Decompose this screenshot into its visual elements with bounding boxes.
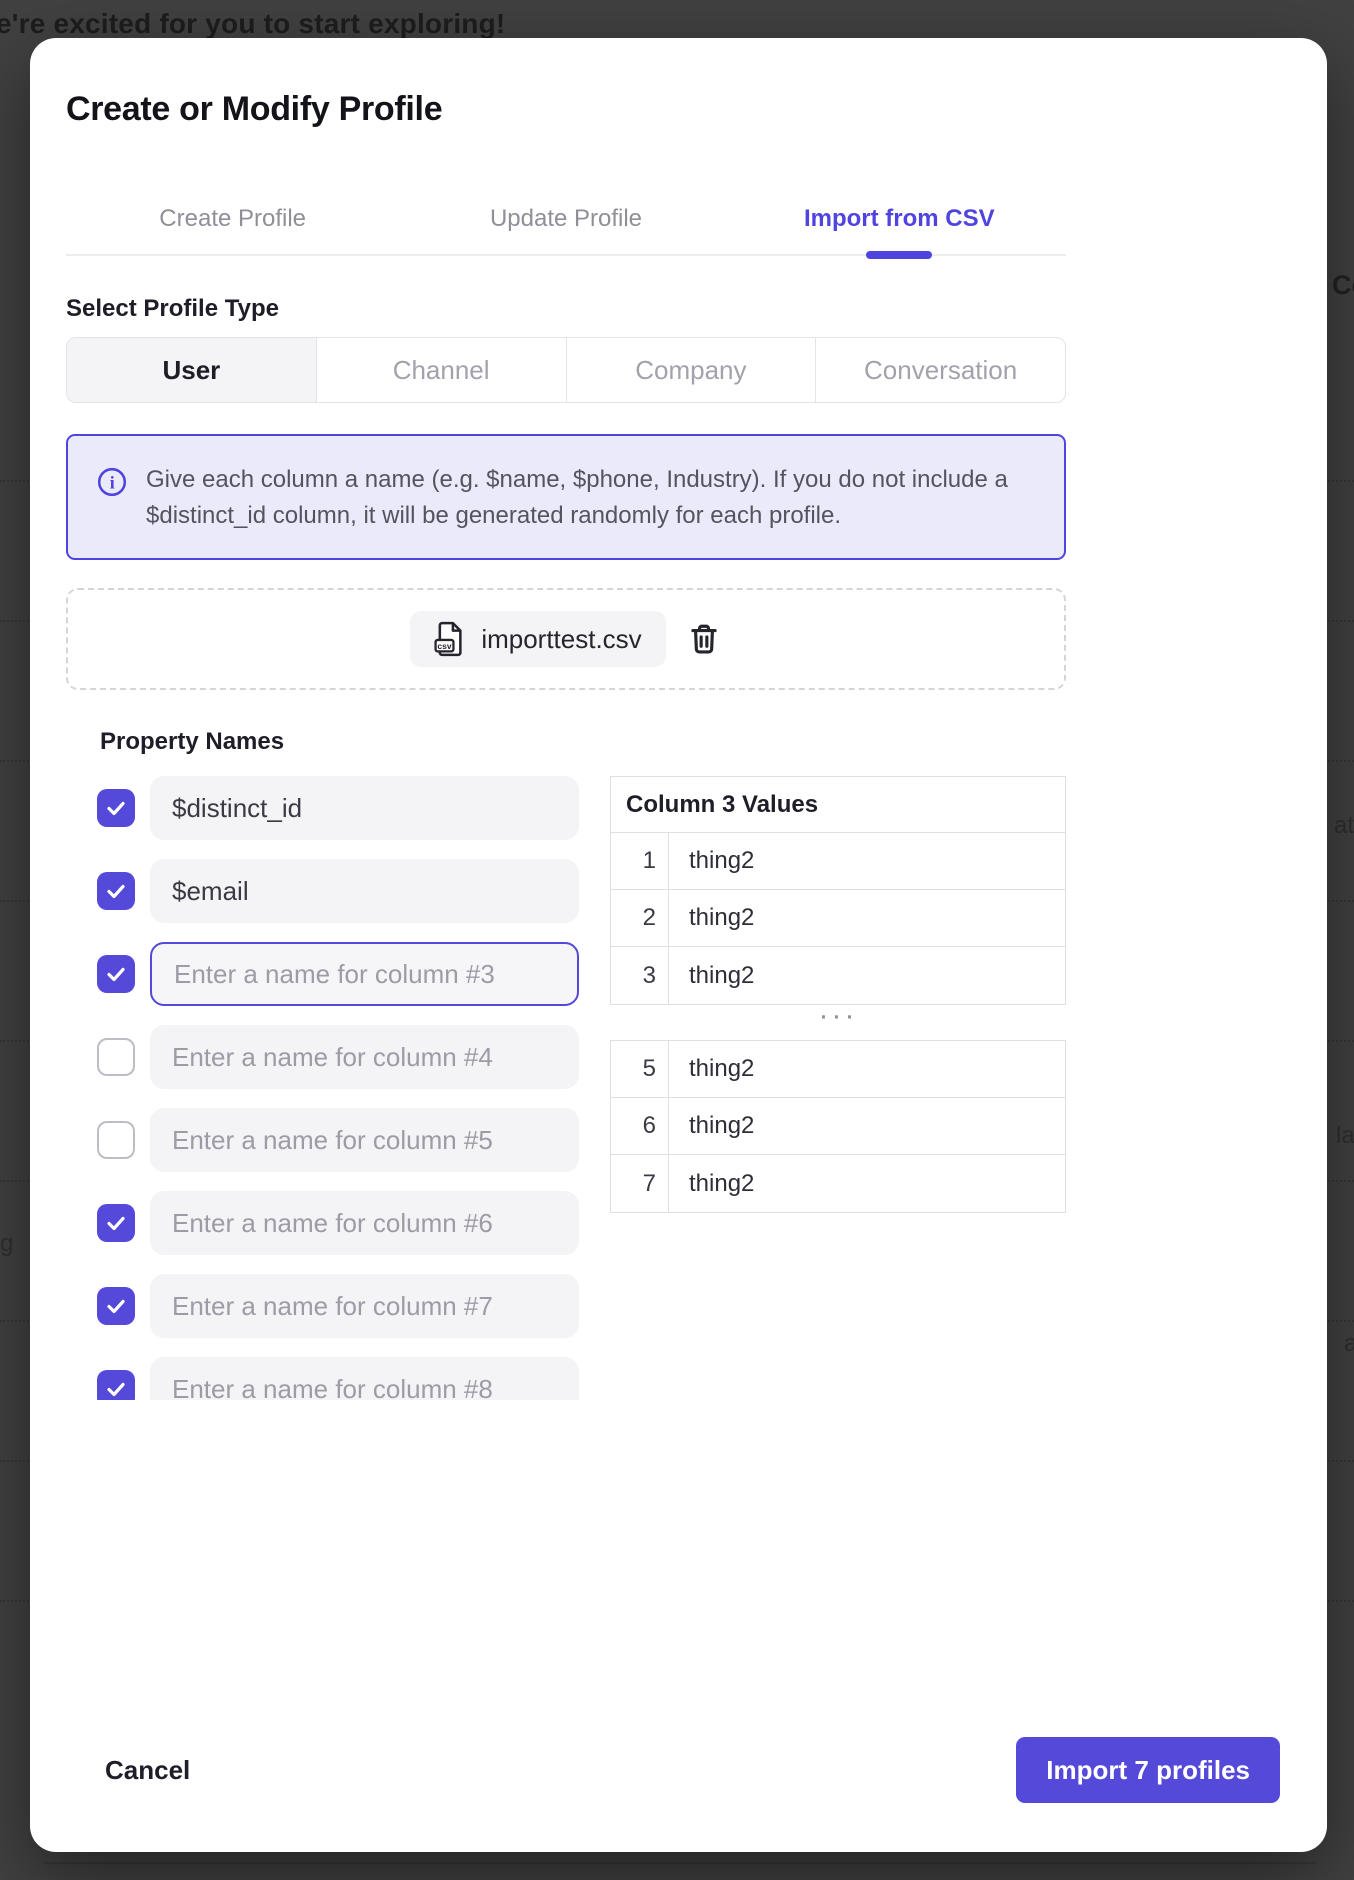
row-index: 6: [611, 1098, 669, 1154]
row-index: 1: [611, 833, 669, 889]
column-6-checkbox[interactable]: [97, 1204, 135, 1242]
import-profiles-button[interactable]: Import 7 profiles: [1016, 1737, 1280, 1803]
table-ellipsis: ···: [610, 996, 1066, 1036]
column-5-name-input[interactable]: [150, 1108, 579, 1172]
property-row: [97, 1357, 579, 1400]
cancel-button[interactable]: Cancel: [105, 1737, 190, 1803]
uploaded-file-name: importtest.csv: [481, 624, 641, 655]
tab-create-profile[interactable]: Create Profile: [66, 185, 399, 254]
column-5-checkbox[interactable]: [97, 1121, 135, 1159]
property-row: [97, 776, 579, 840]
background-fragment: Col: [1332, 270, 1354, 301]
background-banner-text: e're excited for you to start exploring!: [0, 8, 505, 40]
column-8-checkbox[interactable]: [97, 1370, 135, 1400]
trash-icon: [686, 621, 722, 657]
column-7-name-input[interactable]: [150, 1274, 579, 1338]
property-names-label: Property Names: [100, 728, 284, 756]
background-row-divider: [0, 1460, 29, 1462]
table-row: 6 thing2: [611, 1098, 1065, 1155]
column-1-name-input[interactable]: [150, 776, 579, 840]
tab-import-from-csv[interactable]: Import from CSV: [733, 185, 1066, 254]
background-row-divider: [0, 1040, 29, 1042]
property-row: [97, 1191, 579, 1255]
background-row-divider: [1328, 480, 1354, 482]
csv-file-icon: csv: [434, 621, 467, 657]
svg-text:csv: csv: [438, 641, 452, 651]
table-row: 2 thing2: [611, 890, 1065, 947]
property-row: [97, 942, 579, 1006]
background-row-divider: [1328, 1180, 1354, 1182]
info-icon: i: [96, 466, 128, 503]
background-row-divider: [0, 1180, 29, 1182]
table-row: 1 thing2: [611, 833, 1065, 890]
profile-type-conversation[interactable]: Conversation: [816, 338, 1065, 402]
dialog-tabs: Create Profile Update Profile Import fro…: [66, 185, 1066, 256]
profile-type-label: Select Profile Type: [66, 295, 279, 323]
profile-type-selector: User Channel Company Conversation: [66, 337, 1066, 403]
property-row: [97, 859, 579, 923]
background-fragment: ata: [1334, 812, 1354, 840]
background-fragment: lat: [1336, 1122, 1354, 1150]
info-banner-text: Give each column a name (e.g. $name, $ph…: [146, 462, 1054, 534]
preview-table-header: Column 3 Values: [611, 777, 1065, 833]
row-value: thing2: [669, 890, 1065, 946]
background-row-divider: [1328, 1600, 1354, 1602]
property-row: [97, 1025, 579, 1089]
profile-type-company[interactable]: Company: [567, 338, 817, 402]
background-row-divider: [1328, 900, 1354, 902]
background-row-divider: [1328, 620, 1354, 622]
background-row-divider: [0, 900, 29, 902]
background-row-divider: [1328, 1460, 1354, 1462]
background-fragment: a: [1344, 1330, 1354, 1358]
uploaded-file-chip: csv importtest.csv: [410, 611, 665, 667]
remove-file-button[interactable]: [686, 621, 722, 657]
column-6-name-input[interactable]: [150, 1191, 579, 1255]
column-3-name-input[interactable]: [150, 942, 579, 1006]
background-row-divider: [0, 1320, 29, 1322]
dialog-title: Create or Modify Profile: [66, 90, 442, 129]
csv-dropzone[interactable]: csv importtest.csv: [66, 588, 1066, 690]
column-8-name-input[interactable]: [150, 1357, 579, 1400]
table-row: 7 thing2: [611, 1155, 1065, 1212]
column-values-preview-table: Column 3 Values 1 thing2 2 thing2 3 thin…: [610, 776, 1066, 1005]
background-row-divider: [1328, 1320, 1354, 1322]
row-value: thing2: [669, 833, 1065, 889]
column-4-name-input[interactable]: [150, 1025, 579, 1089]
row-index: 2: [611, 890, 669, 946]
tab-update-profile[interactable]: Update Profile: [399, 185, 732, 254]
column-4-checkbox[interactable]: [97, 1038, 135, 1076]
column-2-name-input[interactable]: [150, 859, 579, 923]
row-value: thing2: [669, 1155, 1065, 1212]
profile-type-channel[interactable]: Channel: [317, 338, 567, 402]
svg-text:i: i: [110, 473, 115, 493]
column-3-checkbox[interactable]: [97, 955, 135, 993]
background-row-divider: [1328, 1040, 1354, 1042]
active-tab-indicator: [866, 251, 932, 259]
create-or-modify-profile-dialog: Create or Modify Profile Create Profile …: [30, 38, 1327, 1852]
background-row-divider: [1328, 760, 1354, 762]
profile-type-user[interactable]: User: [67, 338, 317, 402]
background-row-divider: [0, 480, 29, 482]
column-1-checkbox[interactable]: [97, 789, 135, 827]
background-divider: [44, 1862, 1316, 1864]
property-row: [97, 1274, 579, 1338]
row-index: 7: [611, 1155, 669, 1212]
background-fragment: g: [0, 1230, 13, 1258]
property-row: [97, 1108, 579, 1172]
info-banner: i Give each column a name (e.g. $name, $…: [66, 434, 1066, 560]
background-row-divider: [0, 1600, 29, 1602]
background-row-divider: [0, 760, 29, 762]
row-value: thing2: [669, 1041, 1065, 1097]
row-index: 5: [611, 1041, 669, 1097]
property-names-list: [97, 776, 579, 1400]
table-row: 5 thing2: [611, 1041, 1065, 1098]
row-value: thing2: [669, 1098, 1065, 1154]
background-row-divider: [0, 620, 29, 622]
column-2-checkbox[interactable]: [97, 872, 135, 910]
column-values-preview-table-continued: 5 thing2 6 thing2 7 thing2: [610, 1040, 1066, 1213]
column-7-checkbox[interactable]: [97, 1287, 135, 1325]
